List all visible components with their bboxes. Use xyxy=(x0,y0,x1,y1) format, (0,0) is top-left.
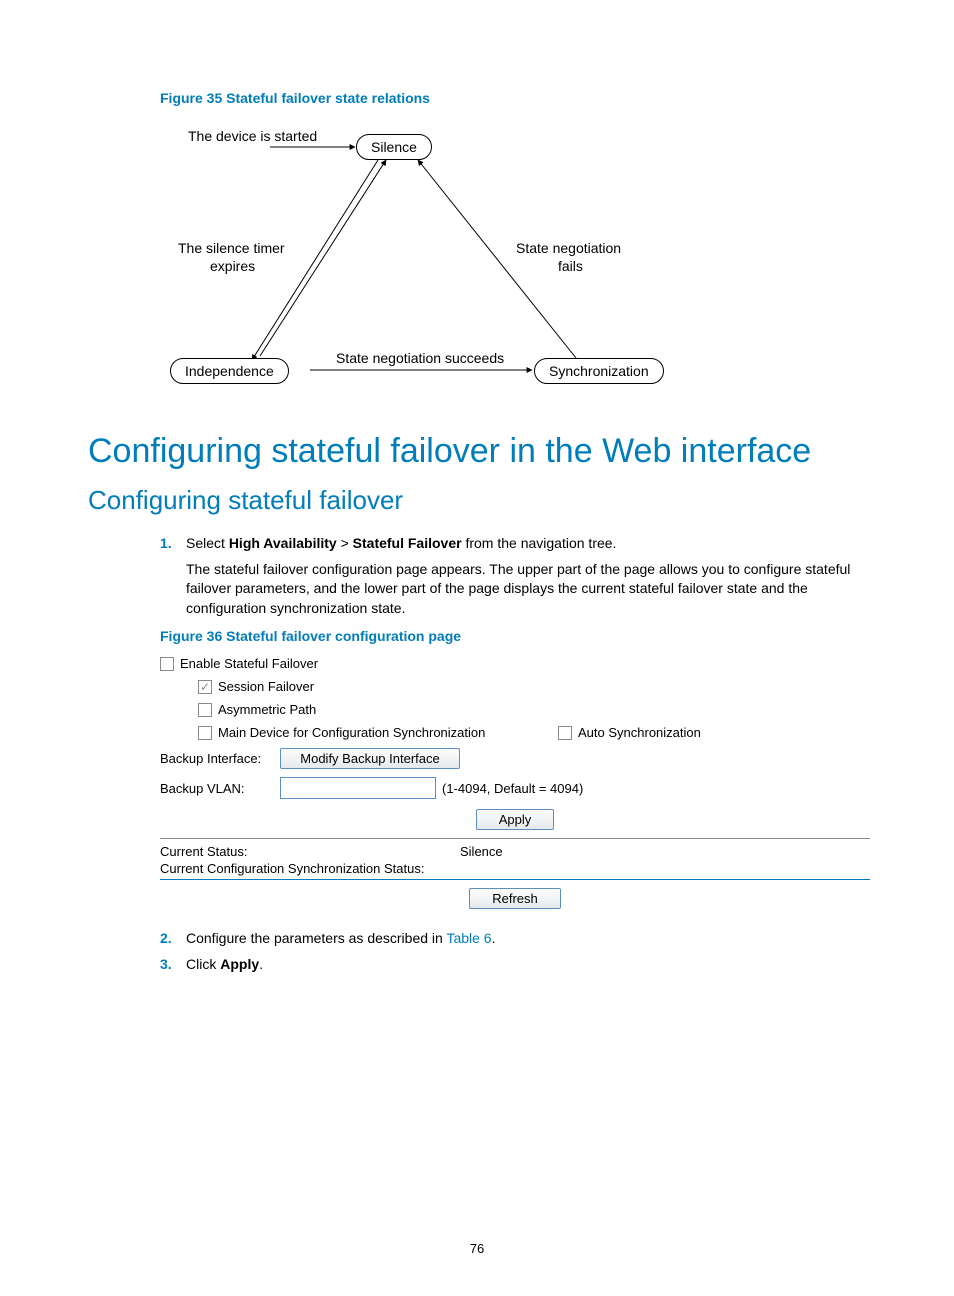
row-main-device-sync: Main Device for Configuration Synchroniz… xyxy=(160,721,870,744)
row-current-status: Current Status: Silence xyxy=(160,843,870,860)
figure36-caption: Figure 36 Stateful failover configuratio… xyxy=(160,628,866,644)
checkbox-session-failover[interactable]: ✓ xyxy=(198,680,212,694)
input-backup-vlan[interactable] xyxy=(280,777,436,799)
page-number: 76 xyxy=(0,1241,954,1256)
figure35-caption: Figure 35 Stateful failover state relati… xyxy=(160,90,866,106)
row-session-failover: ✓ Session Failover xyxy=(160,675,870,698)
checkbox-asymmetric-path[interactable] xyxy=(198,703,212,717)
edge-negfail-label-2: fails xyxy=(558,258,583,274)
edge-negok-label: State negotiation succeeds xyxy=(336,350,504,366)
step-1-tail: from the navigation tree. xyxy=(462,535,617,551)
step-1-paragraph: The stateful failover configuration page… xyxy=(186,560,866,619)
step-1-sf: Stateful Failover xyxy=(353,535,462,551)
value-current-status: Silence xyxy=(460,844,503,859)
refresh-button[interactable]: Refresh xyxy=(469,888,561,909)
label-backup-vlan: Backup VLAN: xyxy=(160,781,280,796)
label-sync-status: Current Configuration Synchronization St… xyxy=(160,861,424,876)
step-1-gt: > xyxy=(337,535,353,551)
step-3: 3. Click Apply. xyxy=(160,955,866,975)
step-2: 2. Configure the parameters as described… xyxy=(160,929,866,949)
state-silence: Silence xyxy=(356,134,432,160)
step-1-number: 1. xyxy=(160,534,186,618)
apply-button[interactable]: Apply xyxy=(476,809,555,830)
label-session-failover: Session Failover xyxy=(218,679,314,694)
step-2-lead: Configure the parameters as described in xyxy=(186,930,446,946)
step-3-apply: Apply xyxy=(220,956,259,972)
step-1-ha: High Availability xyxy=(229,535,337,551)
checkbox-enable-sf[interactable] xyxy=(160,657,174,671)
state-synchronization: Synchronization xyxy=(534,358,664,384)
divider-blue xyxy=(160,879,870,880)
step-3-number: 3. xyxy=(160,955,186,975)
label-asymmetric-path: Asymmetric Path xyxy=(218,702,316,717)
heading-configure-sf: Configuring stateful failover xyxy=(88,485,866,516)
checkbox-main-device[interactable] xyxy=(198,726,212,740)
row-asymmetric-path: Asymmetric Path xyxy=(160,698,870,721)
step-1-text-lead: Select xyxy=(186,535,229,551)
edge-timer-label-1: The silence timer xyxy=(178,240,285,256)
figure35-diagram: Silence Independence Synchronization The… xyxy=(160,112,866,402)
config-panel: Enable Stateful Failover ✓ Session Failo… xyxy=(160,652,870,915)
edge-negfail-label-1: State negotiation xyxy=(516,240,621,256)
state-independence: Independence xyxy=(170,358,289,384)
step-3-tail: . xyxy=(259,956,263,972)
step-2-number: 2. xyxy=(160,929,186,949)
label-current-status: Current Status: xyxy=(160,844,460,859)
label-enable-sf: Enable Stateful Failover xyxy=(180,656,318,671)
row-backup-vlan: Backup VLAN: (1-4094, Default = 4094) xyxy=(160,773,870,803)
table-6-link[interactable]: Table 6 xyxy=(446,930,491,946)
hint-backup-vlan: (1-4094, Default = 4094) xyxy=(442,781,583,796)
step-2-tail: . xyxy=(492,930,496,946)
edge-timer-label-2: expires xyxy=(210,258,255,274)
modify-backup-interface-button[interactable]: Modify Backup Interface xyxy=(280,748,460,769)
checkbox-auto-sync[interactable] xyxy=(558,726,572,740)
divider-top xyxy=(160,838,870,839)
step-3-lead: Click xyxy=(186,956,220,972)
edge-started-label: The device is started xyxy=(188,128,317,144)
label-auto-sync: Auto Synchronization xyxy=(578,725,701,740)
heading-configure-web: Configuring stateful failover in the Web… xyxy=(88,432,866,471)
label-backup-interface: Backup Interface: xyxy=(160,751,280,766)
step-1: 1. Select High Availability > Stateful F… xyxy=(160,534,866,618)
label-main-device: Main Device for Configuration Synchroniz… xyxy=(218,725,558,740)
row-enable-sf: Enable Stateful Failover xyxy=(160,652,870,675)
row-backup-interface: Backup Interface: Modify Backup Interfac… xyxy=(160,744,870,773)
row-sync-status: Current Configuration Synchronization St… xyxy=(160,860,870,877)
